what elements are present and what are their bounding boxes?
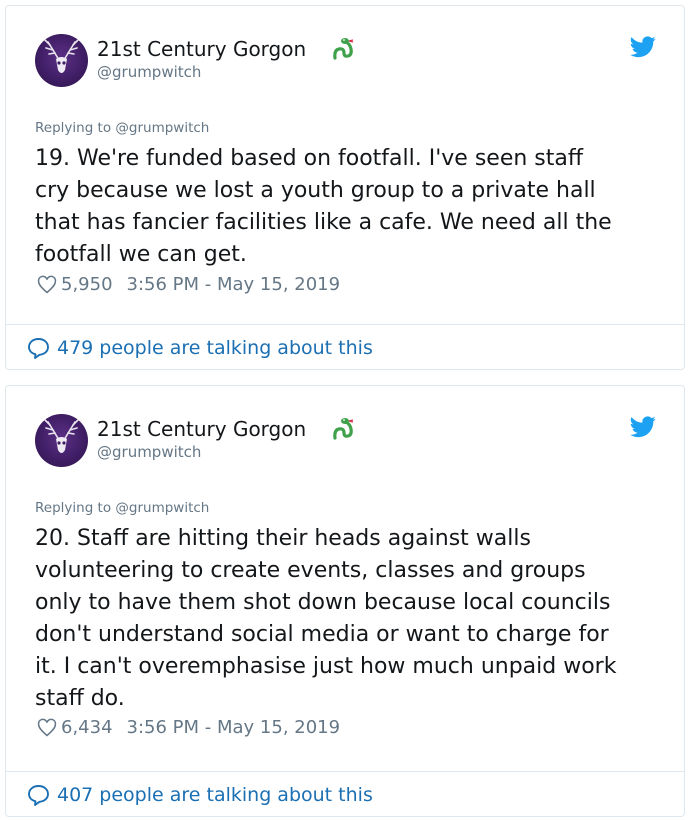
talking-label[interactable]: 479 people are talking about this <box>57 337 373 359</box>
display-name[interactable]: 21st Century Gorgon <box>97 417 306 441</box>
tweet-card[interactable]: 21st Century Gorgon @grumpwitch Replying… <box>5 385 685 817</box>
stag-skull-icon <box>44 419 79 453</box>
snake-emoji-icon <box>333 418 354 440</box>
tweet-meta: 5,950 3:56 PM - May 15, 2019 <box>35 274 340 295</box>
twitter-bird-icon[interactable] <box>630 36 656 58</box>
talking-label[interactable]: 407 people are talking about this <box>57 784 373 806</box>
display-name[interactable]: 21st Century Gorgon <box>97 37 306 61</box>
like-count[interactable]: 6,434 <box>61 717 113 738</box>
divider <box>6 324 684 325</box>
timestamp[interactable]: 3:56 PM - May 15, 2019 <box>127 717 341 738</box>
speech-bubble-icon <box>28 338 49 359</box>
talking-about-link[interactable]: 479 people are talking about this <box>26 336 373 360</box>
tweet-card[interactable]: 21st Century Gorgon @grumpwitch Replying… <box>5 5 685 370</box>
like-count[interactable]: 5,950 <box>61 274 113 295</box>
user-handle[interactable]: @grumpwitch <box>97 63 201 81</box>
divider <box>6 771 684 772</box>
replying-to-label[interactable]: Replying to @grumpwitch <box>35 500 209 516</box>
user-handle[interactable]: @grumpwitch <box>97 443 201 461</box>
replying-to-label[interactable]: Replying to @grumpwitch <box>35 120 209 136</box>
avatar[interactable] <box>35 414 88 467</box>
heart-icon[interactable] <box>37 718 57 738</box>
stag-skull-icon <box>44 39 79 73</box>
heart-icon[interactable] <box>37 275 57 295</box>
tweet-text: 19. We're funded based on footfall. I've… <box>35 146 612 267</box>
talking-about-link[interactable]: 407 people are talking about this <box>26 783 373 807</box>
speech-bubble-icon <box>28 785 49 806</box>
avatar[interactable] <box>35 34 88 87</box>
tweet-text: 20. Staff are hitting their heads agains… <box>35 526 617 711</box>
twitter-bird-icon[interactable] <box>630 416 656 438</box>
snake-emoji-icon <box>333 38 354 60</box>
tweet-meta: 6,434 3:56 PM - May 15, 2019 <box>35 717 340 738</box>
timestamp[interactable]: 3:56 PM - May 15, 2019 <box>127 274 341 295</box>
